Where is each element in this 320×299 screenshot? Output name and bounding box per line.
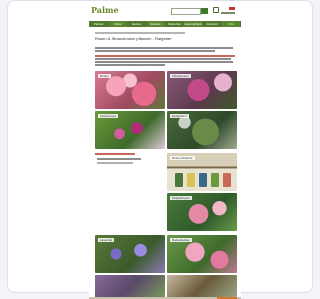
search-button[interactable] xyxy=(201,8,208,14)
category-tile[interactable]: Bodendecker xyxy=(167,235,237,273)
tile-label: Pfingstrosen xyxy=(170,74,191,78)
nav-item-8[interactable]: Info xyxy=(222,21,240,27)
tile-label: Strauchrosen xyxy=(170,196,192,200)
category-tile[interactable]: Lavendel xyxy=(95,235,165,273)
site-header: Palmen xyxy=(89,3,241,19)
tile-label: Rosen Zubehör xyxy=(170,156,195,160)
sidebar-link[interactable] xyxy=(97,162,133,164)
nav-item-3[interactable]: Exoten xyxy=(128,21,146,27)
breadcrumb[interactable] xyxy=(95,32,185,34)
tile-label: Lavendel xyxy=(98,238,115,242)
nav-item-4[interactable]: Stauden xyxy=(146,21,165,27)
category-tile[interactable]: Hortensien xyxy=(167,111,237,149)
header-badge[interactable] xyxy=(229,7,235,10)
intro-text-line xyxy=(95,50,215,52)
cart-icon[interactable] xyxy=(213,7,219,13)
category-tile[interactable] xyxy=(167,275,237,299)
nav-item-2[interactable]: Kübel xyxy=(108,21,127,27)
search-input[interactable] xyxy=(171,8,201,15)
tile-label: Bodendecker xyxy=(170,238,192,242)
intro-text-line xyxy=(95,61,233,63)
intro-link-line[interactable] xyxy=(95,55,235,57)
page-title: Rosen & Strauchrosen pflanzen - Ratgeber xyxy=(95,36,172,41)
product-package-image xyxy=(175,173,183,187)
tile-label: Kletterrosen xyxy=(98,114,119,118)
nav-item-7[interactable]: Zubehör xyxy=(203,21,221,27)
product-package-image xyxy=(187,173,195,187)
tile-label: Rosen xyxy=(98,74,111,78)
intro-text-line xyxy=(95,58,231,60)
nav-item-1[interactable]: Palmen xyxy=(90,21,108,27)
nav-item-6[interactable]: Gartenpflanzen xyxy=(184,21,203,27)
category-tile[interactable]: Pfingstrosen xyxy=(167,71,237,109)
header-link[interactable] xyxy=(221,12,235,14)
category-tile[interactable]: Rosen Zubehör xyxy=(167,153,237,191)
web-page: Palmen Palmen Kübel Exoten Stauden Sträu… xyxy=(89,3,241,299)
intro-text-line xyxy=(95,47,233,49)
category-tile[interactable]: Kletterrosen xyxy=(95,111,165,149)
product-package-image xyxy=(211,173,219,187)
category-tile[interactable]: Strauchrosen xyxy=(167,193,237,231)
intro-text-line xyxy=(95,64,165,66)
product-package-image xyxy=(199,173,207,187)
tile-label: Hortensien xyxy=(170,114,189,118)
category-tile[interactable]: Rosen xyxy=(95,71,165,109)
category-tile[interactable] xyxy=(95,275,165,299)
product-package-image xyxy=(223,173,231,187)
main-navigation: Palmen Kübel Exoten Stauden Sträucher Ga… xyxy=(89,21,241,27)
nav-item-5[interactable]: Sträucher xyxy=(166,21,184,27)
site-logo[interactable]: Palmen xyxy=(91,5,119,15)
sidebar-heading[interactable] xyxy=(95,153,135,155)
sidebar-link[interactable] xyxy=(97,158,141,160)
